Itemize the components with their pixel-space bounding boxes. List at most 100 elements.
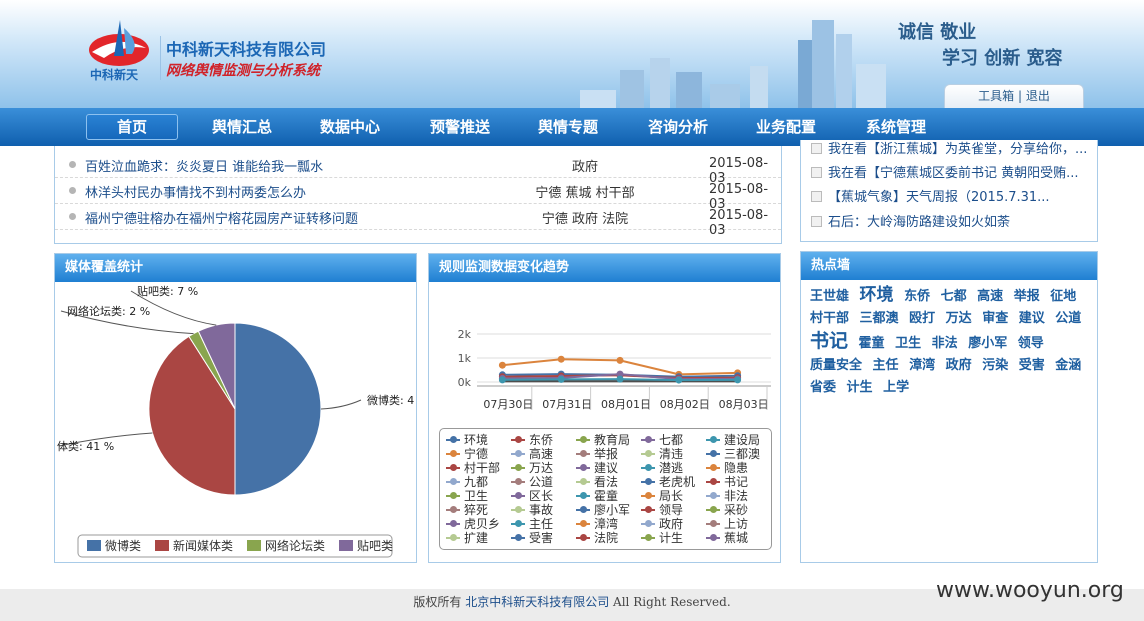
- series-point[interactable]: [557, 375, 565, 383]
- hot-word-link[interactable]: 金涵: [1055, 358, 1081, 373]
- hot-word-link[interactable]: 卫生: [895, 336, 921, 351]
- hot-word-link[interactable]: 质量安全: [810, 358, 862, 373]
- hot-word-link[interactable]: 七都: [941, 289, 967, 304]
- bullet-icon: [69, 161, 76, 168]
- pie-legend-label[interactable]: 网络论坛类: [265, 538, 325, 553]
- legend-marker-icon: [511, 478, 525, 485]
- logout-link[interactable]: 退出: [1026, 89, 1050, 103]
- hot-word-link[interactable]: 东侨: [904, 289, 930, 304]
- legend-marker-icon: [576, 464, 590, 471]
- legend-marker-icon: [511, 436, 525, 443]
- legend-marker-icon: [511, 506, 525, 513]
- hot-word-link[interactable]: 政府: [946, 358, 972, 373]
- nav-item-home[interactable]: 首页: [86, 114, 178, 140]
- hot-word-link[interactable]: 审查: [982, 311, 1008, 326]
- legend-item[interactable]: 受害: [511, 529, 553, 546]
- right-news-item[interactable]: 我在看【浙江蕉城】为英雀堂，分享给你，...: [811, 140, 1087, 162]
- hot-word-link[interactable]: 三都澳: [860, 311, 899, 326]
- right-news-item[interactable]: 【蕉城气象】天气周报（2015.7.31...: [811, 186, 1050, 210]
- hot-word-link[interactable]: 环境: [860, 285, 894, 305]
- right-news-title[interactable]: 我在看【浙江蕉城】为英雀堂，分享给你，...: [828, 142, 1087, 157]
- series-point[interactable]: [675, 376, 683, 384]
- hot-word-link[interactable]: 霍童: [859, 336, 885, 351]
- city-skyline-image: [580, 20, 886, 108]
- news-row[interactable]: 林洋头村民办事情找不到村两委怎么办 宁德 蕉城 村干部 2015-08-03: [55, 178, 781, 212]
- right-news-title[interactable]: 【蕉城气象】天气周报（2015.7.31...: [828, 190, 1050, 205]
- news-title[interactable]: 林洋头村民办事情找不到村两委怎么办: [85, 182, 306, 201]
- hot-word-link[interactable]: 公道: [1055, 311, 1081, 326]
- hot-word-link[interactable]: 万达: [946, 311, 972, 326]
- right-news-item[interactable]: 石后：大岭海防路建设如火如荼: [811, 211, 1010, 235]
- legend-item[interactable]: 蕉城: [706, 529, 748, 546]
- pie-legend-swatch[interactable]: [339, 540, 353, 551]
- legend-item[interactable]: 扩建: [446, 529, 488, 546]
- series-point[interactable]: [498, 376, 506, 384]
- pie-data-label: 网络论坛类: 2 %: [67, 304, 150, 318]
- hot-word-link[interactable]: 廖小军: [968, 336, 1007, 351]
- series-point[interactable]: [557, 355, 565, 363]
- hot-word-link[interactable]: 领导: [1018, 336, 1044, 351]
- legend-label: 扩建: [464, 531, 489, 545]
- nav-item-consult[interactable]: 咨询分析: [648, 108, 708, 146]
- hot-word-link[interactable]: 污染: [982, 358, 1008, 373]
- hot-words-panel: 热点墙 王世雄 环境 东侨 七都 高速 举报 征地 村干部 三都澳 殴打 万达 …: [800, 251, 1098, 563]
- pie-legend-label[interactable]: 新闻媒体类: [173, 538, 233, 553]
- legend-marker-icon: [511, 534, 525, 541]
- hot-word-link[interactable]: 书记: [810, 330, 848, 352]
- hot-word-link[interactable]: 主任: [873, 358, 899, 373]
- legend-item[interactable]: 计生: [641, 529, 683, 546]
- hot-word-link[interactable]: 非法: [932, 336, 958, 351]
- nav-item-data-center[interactable]: 数据中心: [320, 108, 380, 146]
- series-point[interactable]: [734, 376, 742, 384]
- hot-word-link[interactable]: 举报: [1014, 289, 1040, 304]
- legend-marker-icon: [511, 520, 525, 527]
- legend-marker-icon: [706, 534, 720, 541]
- footer-company-link[interactable]: 北京中科新天科技有限公司: [465, 595, 609, 609]
- hot-word-link[interactable]: 殴打: [909, 311, 935, 326]
- hot-word-link[interactable]: 上学: [883, 380, 909, 395]
- legend-marker-icon: [511, 464, 525, 471]
- right-news-title[interactable]: 我在看【宁德蕉城区委前书记 黄朝阳受贿...: [828, 166, 1079, 181]
- hot-word-link[interactable]: 村干部: [810, 311, 849, 326]
- legend-marker-icon: [511, 492, 525, 499]
- legend-marker-icon: [446, 506, 460, 513]
- pie-legend-swatch[interactable]: [155, 540, 169, 551]
- toolbox-link[interactable]: 工具箱: [978, 89, 1014, 103]
- news-title[interactable]: 百姓泣血跪求：炎炎夏日 谁能给我一瓢水: [85, 156, 323, 175]
- hot-word-link[interactable]: 计生: [847, 380, 873, 395]
- nav-item-topics[interactable]: 舆情专题: [538, 108, 598, 146]
- pie-legend-label[interactable]: 贴吧类: [357, 539, 393, 553]
- nav-item-alert-push[interactable]: 预警推送: [430, 108, 490, 146]
- news-icon: [811, 191, 822, 202]
- series-point[interactable]: [616, 356, 624, 364]
- right-news-item[interactable]: 我在看【宁德蕉城区委前书记 黄朝阳受贿...: [811, 162, 1079, 186]
- pie-data-label: 体类: 41 %: [57, 439, 114, 453]
- bullet-icon: [69, 213, 76, 220]
- media-coverage-panel: 媒体覆盖统计 微博类: 4 体类: 41 % 网络论坛类: 2 % 贴吧类: 7 % 微…: [54, 253, 417, 563]
- series-point[interactable]: [498, 361, 506, 369]
- trend-line-chart: 0k 1k 2k 07月30日 07月31日 08月01日 08月02日 08月03日: [458, 328, 771, 411]
- news-title[interactable]: 福州宁德驻榕办在福州宁榕花园房产证转移问题: [85, 208, 358, 227]
- legend-marker-icon: [511, 450, 525, 457]
- pie-legend-swatch[interactable]: [87, 540, 101, 551]
- legend-item[interactable]: 法院: [576, 529, 618, 546]
- pie-legend-label[interactable]: 微博类: [105, 538, 141, 553]
- hot-word-link[interactable]: 征地: [1050, 289, 1076, 304]
- hot-word-link[interactable]: 漳湾: [909, 358, 935, 373]
- hot-word-link[interactable]: 高速: [977, 289, 1003, 304]
- hot-word-link[interactable]: 建议: [1019, 311, 1045, 326]
- y-tick-label: 2k: [458, 328, 472, 341]
- news-row[interactable]: 福州宁德驻榕办在福州宁榕花园房产证转移问题 宁德 政府 法院 2015-08-0…: [55, 204, 781, 238]
- hot-word-link[interactable]: 受害: [1019, 358, 1045, 373]
- legend-marker-icon: [446, 520, 460, 527]
- pie-legend-swatch[interactable]: [247, 540, 261, 551]
- nav-item-summary[interactable]: 舆情汇总: [212, 108, 272, 146]
- right-news-title[interactable]: 石后：大岭海防路建设如火如荼: [828, 215, 1010, 230]
- news-row[interactable]: 百姓泣血跪求：炎炎夏日 谁能给我一瓢水 政府 2015-08-03: [55, 152, 781, 186]
- series-point[interactable]: [616, 375, 624, 383]
- x-tick-label: 08月01日: [601, 398, 651, 411]
- hot-word-link[interactable]: 省委: [810, 380, 836, 395]
- pie-slice[interactable]: [234, 322, 322, 496]
- hot-word-link[interactable]: 王世雄: [810, 289, 849, 304]
- legend-marker-icon: [641, 464, 655, 471]
